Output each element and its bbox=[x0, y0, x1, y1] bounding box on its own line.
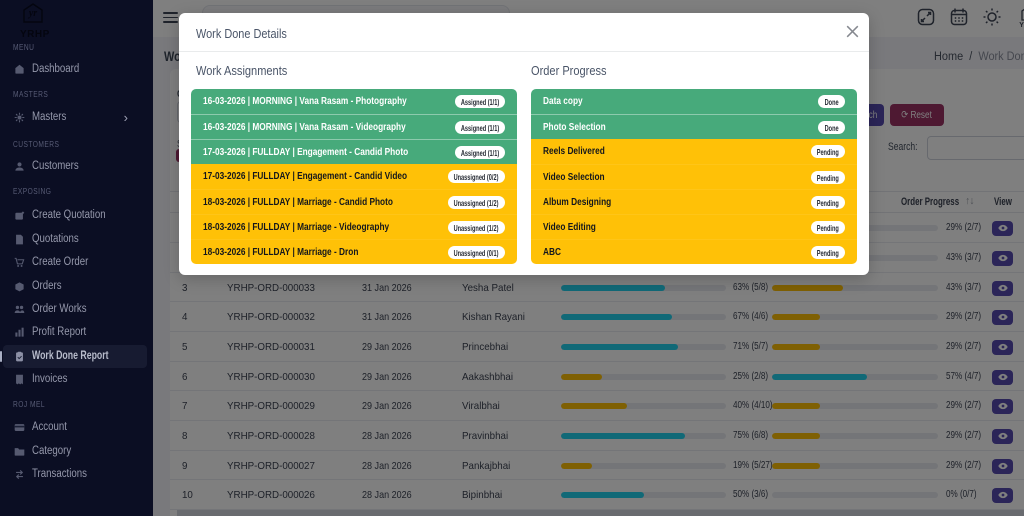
svg-text:yr: yr bbox=[28, 8, 37, 19]
